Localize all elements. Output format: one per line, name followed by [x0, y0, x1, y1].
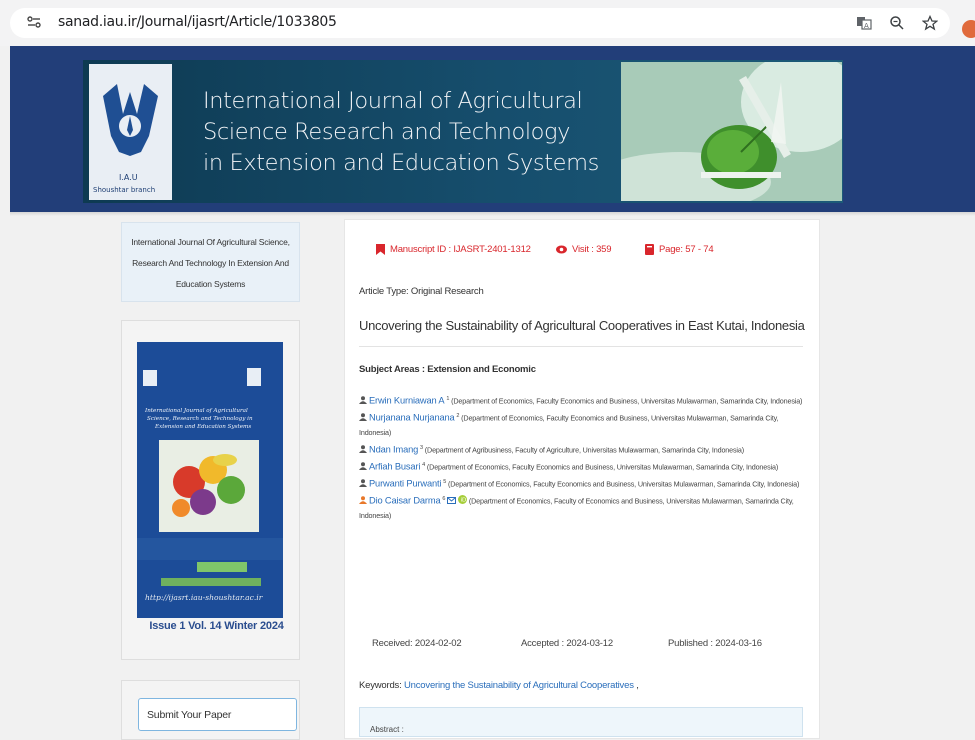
submit-paper-button[interactable]: Submit Your Paper: [138, 698, 297, 731]
banner-title-line: Science Research and Technology: [203, 119, 571, 145]
manuscript-id: Manuscript ID : IJASRT-2401-1312: [376, 244, 531, 255]
university-logo: I.A.U Shoushtar branch: [89, 64, 172, 200]
author-number: 6: [442, 495, 446, 502]
logo-caption: I.A.U: [119, 173, 138, 182]
journal-cover-image[interactable]: International Journal of Agricultural Sc…: [137, 342, 283, 618]
author-link[interactable]: Ndan Imang: [369, 444, 418, 454]
svg-text:Extension and Education System: Extension and Education Systems: [154, 424, 251, 430]
site-info-icon[interactable]: [26, 14, 42, 30]
svg-text:A: A: [864, 22, 869, 30]
received-date: Received: 2024-02-02: [372, 638, 462, 649]
keyword-link[interactable]: Uncovering the Sustainability of Agricul…: [404, 680, 634, 691]
zoom-icon[interactable]: [888, 14, 906, 32]
manuscript-id-text: Manuscript ID : IJASRT-2401-1312: [390, 244, 531, 255]
visit-count-text: Visit : 359: [572, 244, 612, 255]
person-icon: [359, 445, 367, 453]
person-icon-corresponding: [359, 496, 367, 504]
email-icon[interactable]: [447, 496, 457, 504]
article-title: Uncovering the Sustainability of Agricul…: [359, 318, 805, 333]
person-icon: [359, 413, 367, 422]
svg-text:Science, Research and Technolo: Science, Research and Technology in: [147, 416, 253, 422]
abstract-box: Abstract :: [359, 707, 803, 737]
banner-title-line: International Journal of Agricultural: [203, 88, 583, 114]
author-number: 3: [420, 444, 423, 451]
author-entry: Ndan Imang 3 (Department of Agribusiness…: [359, 441, 805, 458]
author-list: Erwin Kurniawan A 1 (Department of Econo…: [359, 392, 805, 523]
bookmark-star-icon[interactable]: [921, 14, 939, 32]
logo-subcaption: Shoushtar branch: [93, 186, 155, 194]
sidebar-journal-name[interactable]: International Journal Of Agricultural Sc…: [121, 222, 300, 302]
author-affiliation: (Department of Economics, Faculty Econom…: [426, 461, 779, 471]
author-number: 2: [456, 412, 460, 419]
abstract-label: Abstract :: [370, 725, 404, 734]
header-shadow: [10, 212, 975, 216]
article-type: Article Type: Original Research: [359, 286, 484, 297]
book-icon: [645, 244, 654, 255]
cover-url: http://ijasrt.iau-shoushtar.ac.ir: [145, 593, 263, 602]
url-field[interactable]: sanad.iau.ir/Journal/ijasrt/Article/1033…: [10, 8, 950, 38]
browser-address-bar: sanad.iau.ir/Journal/ijasrt/Article/1033…: [0, 0, 975, 46]
svg-text:iD: iD: [461, 498, 466, 504]
author-affiliation: (Department of Economics, Faculty Econom…: [451, 396, 803, 406]
translate-icon[interactable]: A: [855, 14, 873, 32]
author-link[interactable]: Erwin Kurniawan A: [369, 395, 445, 405]
bookmark-icon: [376, 244, 385, 255]
author-link[interactable]: Nurjanana Nurjanana: [369, 412, 455, 422]
page-range: Page: 57 - 74: [645, 244, 714, 255]
author-entry: Erwin Kurniawan A 1 (Department of Econo…: [359, 392, 805, 409]
accepted-date: Accepted : 2024-03-12: [521, 638, 613, 649]
author-affiliation: (Department of Economics, Faculty Econom…: [448, 478, 800, 488]
visit-count: Visit : 359: [556, 244, 612, 255]
author-link[interactable]: Dio Caisar Darma: [369, 495, 441, 505]
author-entry: Dio Caisar Darma 6 iD (Department of Eco…: [359, 492, 805, 524]
author-entry: Nurjanana Nurjanana 2 (Department of Eco…: [359, 409, 805, 441]
author-link[interactable]: Arfiah Busari: [369, 461, 420, 471]
author-number: 4: [422, 461, 426, 468]
published-date: Published : 2024-03-16: [668, 638, 762, 649]
author-entry: Arfiah Busari 4 (Department of Economics…: [359, 458, 805, 475]
svg-text:International Journal of Agric: International Journal of Agricultural: [144, 408, 248, 414]
person-icon: [359, 462, 367, 470]
keywords-label: Keywords:: [359, 680, 402, 691]
keywords-row: Keywords: Uncovering the Sustainability …: [359, 680, 639, 691]
author-number: 5: [443, 478, 447, 485]
divider: [359, 346, 803, 347]
eye-icon: [556, 245, 567, 254]
subject-areas: Subject Areas : Extension and Economic: [359, 364, 536, 375]
issue-label[interactable]: Issue 1 Vol. 14 Winter 2024: [121, 620, 312, 632]
banner-title-line: in Extension and Education Systems: [203, 150, 599, 176]
page-range-text: Page: 57 - 74: [659, 244, 714, 255]
profile-avatar[interactable]: [962, 20, 975, 38]
keywords-separator: ,: [636, 680, 639, 691]
person-icon: [359, 479, 367, 487]
orcid-icon[interactable]: iD: [457, 494, 467, 504]
banner-photo-seedling: [621, 62, 842, 201]
person-icon: [359, 396, 367, 405]
journal-banner-title: International Journal of Agricultural Sc…: [203, 86, 603, 179]
author-entry: Purwanti Purwanti 5 (Department of Econo…: [359, 475, 805, 492]
author-link[interactable]: Purwanti Purwanti: [369, 478, 442, 488]
author-affiliation: (Department of Agribusiness, Faculty of …: [424, 444, 744, 454]
url-text: sanad.iau.ir/Journal/ijasrt/Article/1033…: [58, 14, 337, 30]
author-number: 1: [446, 396, 450, 402]
